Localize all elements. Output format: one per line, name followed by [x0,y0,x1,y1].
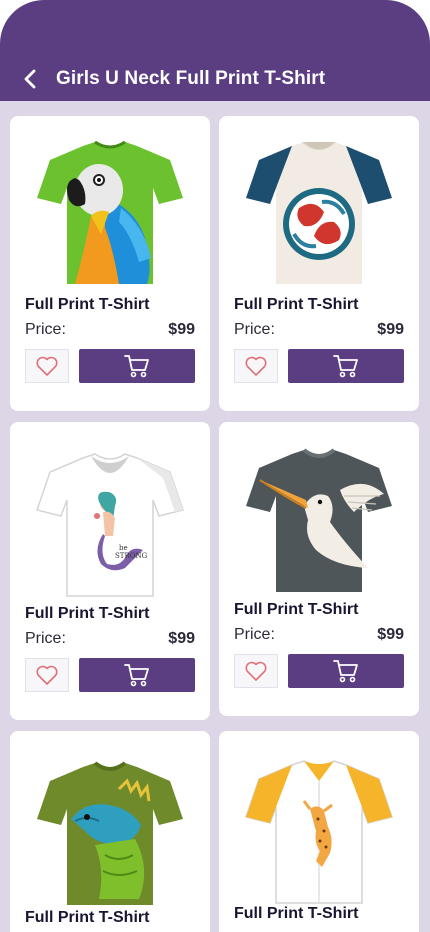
product-card[interactable]: Full Print T-Shirt Price: $99 [10,116,210,411]
product-card[interactable]: be STRONG Full Print T-Shirt Price: $99 [10,422,210,720]
heart-icon [36,356,58,376]
product-name: Full Print T-Shirt [25,296,150,313]
heart-icon [245,661,267,681]
favorite-button[interactable] [234,349,278,383]
add-to-cart-button[interactable] [288,349,404,383]
add-to-cart-button[interactable] [79,658,195,692]
add-to-cart-button[interactable] [288,654,404,688]
product-card[interactable]: Full Print T-Shirt Price: $99 [219,116,419,411]
product-image: be STRONG [10,450,210,600]
add-to-cart-button[interactable] [79,349,195,383]
favorite-button[interactable] [25,349,69,383]
favorite-button[interactable] [25,658,69,692]
price-value: $99 [377,626,404,643]
app-screen: Girls U Neck Full Print T-Shirt Full Pri… [0,0,430,932]
price-value: $99 [168,321,195,338]
product-card[interactable]: Full Print T-Shirt Price: $99 [219,422,419,716]
chevron-left-icon [24,69,36,89]
price-label: Price: [25,321,66,338]
price-label: Price: [25,630,66,647]
product-name: Full Print T-Shirt [25,605,150,622]
cart-icon [333,355,358,378]
price-value: $99 [168,630,195,647]
pelican-shirt-image [246,448,392,592]
product-image [219,757,419,907]
leopard-shirt-image [245,760,393,904]
favorite-button[interactable] [234,654,278,688]
product-image [219,138,419,288]
koi-shirt-image [246,142,392,284]
heart-icon [245,356,267,376]
product-image [10,138,210,288]
price-label: Price: [234,321,275,338]
product-card[interactable]: Full Print T-Shirt [219,731,419,932]
iguana-shirt-image [37,761,183,905]
cart-icon [124,355,149,378]
price-value: $99 [377,321,404,338]
page-title: Girls U Neck Full Print T-Shirt [56,68,326,89]
heart-icon [36,665,58,685]
parrot-shirt-image [37,140,183,284]
svg-text:be: be [119,544,128,552]
cart-icon [333,660,358,683]
product-card[interactable]: Full Print T-Shirt [10,731,210,932]
back-button[interactable] [18,66,42,92]
product-name: Full Print T-Shirt [234,601,359,618]
price-label: Price: [234,626,275,643]
app-header: Girls U Neck Full Print T-Shirt [0,0,430,101]
product-name: Full Print T-Shirt [25,909,150,926]
mermaid-shirt-image: be STRONG [36,453,184,597]
product-image [219,446,419,596]
cart-icon [124,664,149,687]
svg-text:STRONG: STRONG [115,552,148,560]
product-image [10,759,210,909]
product-name: Full Print T-Shirt [234,296,359,313]
product-name: Full Print T-Shirt [234,905,359,922]
